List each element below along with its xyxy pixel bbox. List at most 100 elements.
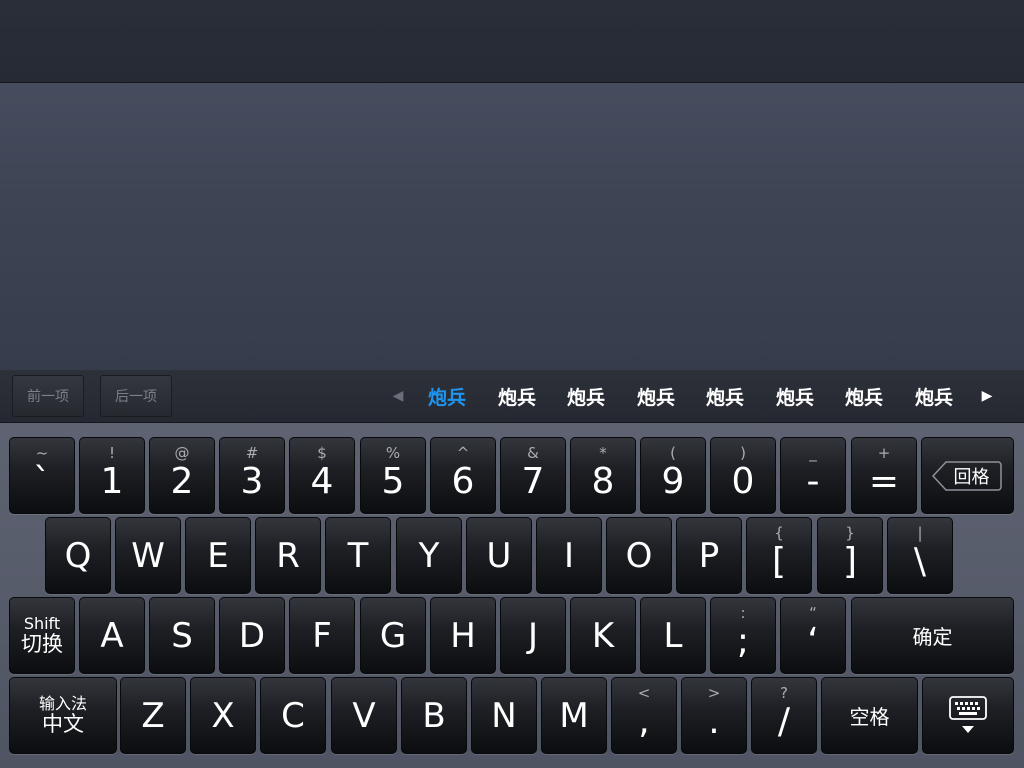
- input-method-label: 输入法 中文: [38, 694, 87, 735]
- key-shift-symbol: _: [809, 444, 817, 462]
- key-shift-symbol: +: [877, 444, 891, 462]
- key-label: =: [868, 461, 900, 502]
- key-comma[interactable]: < ,: [611, 677, 677, 754]
- candidate-next-icon[interactable]: ▶: [976, 370, 998, 422]
- key-x[interactable]: X: [190, 677, 256, 754]
- key-y[interactable]: Y: [396, 517, 462, 594]
- key-shift-symbol: <: [637, 684, 651, 702]
- key-quote[interactable]: “ ‘: [780, 597, 846, 674]
- key-d[interactable]: D: [219, 597, 285, 674]
- key-equals[interactable]: + =: [851, 437, 917, 514]
- key-label: 0: [731, 461, 755, 502]
- key-shift-symbol: }: [845, 524, 855, 542]
- key-1[interactable]: ! 1: [79, 437, 145, 514]
- key-a[interactable]: A: [79, 597, 145, 674]
- key-t[interactable]: T: [325, 517, 391, 594]
- shift-label-top: Shift: [23, 614, 61, 634]
- key-o[interactable]: O: [606, 517, 672, 594]
- key-n[interactable]: N: [471, 677, 537, 754]
- candidate-item[interactable]: 炮兵: [416, 370, 478, 422]
- key-4[interactable]: $ 4: [289, 437, 355, 514]
- key-6[interactable]: ^ 6: [430, 437, 496, 514]
- hide-keyboard-key[interactable]: [922, 677, 1014, 754]
- key-2[interactable]: @ 2: [149, 437, 215, 514]
- key-g[interactable]: G: [360, 597, 426, 674]
- prev-item-button[interactable]: 前一项: [12, 375, 84, 417]
- key-k[interactable]: K: [570, 597, 636, 674]
- key-5[interactable]: % 5: [360, 437, 426, 514]
- key-label: \: [913, 541, 927, 582]
- candidate-item[interactable]: 炮兵: [694, 370, 756, 422]
- key-7[interactable]: & 7: [500, 437, 566, 514]
- key-s[interactable]: S: [149, 597, 215, 674]
- key-label: 1: [100, 461, 124, 502]
- shift-key[interactable]: Shift 切换: [9, 597, 75, 674]
- candidate-item[interactable]: 炮兵: [903, 370, 965, 422]
- candidate-item[interactable]: 炮兵: [764, 370, 826, 422]
- key-shift-symbol: ?: [780, 684, 788, 702]
- key-m[interactable]: M: [541, 677, 607, 754]
- input-method-label-top: 输入法: [38, 694, 87, 714]
- key-shift-symbol: |: [917, 524, 923, 542]
- confirm-key[interactable]: 确定: [851, 597, 1014, 674]
- key-label: /: [777, 701, 791, 742]
- key-i[interactable]: I: [536, 517, 602, 594]
- key-label: `: [33, 461, 51, 502]
- key-j[interactable]: J: [500, 597, 566, 674]
- key-label: M: [559, 695, 589, 736]
- key-semicolon[interactable]: : ;: [710, 597, 776, 674]
- key-p[interactable]: P: [676, 517, 742, 594]
- key-h[interactable]: H: [430, 597, 496, 674]
- candidate-prev-icon[interactable]: ◀: [388, 370, 408, 422]
- key-minus[interactable]: _ -: [780, 437, 846, 514]
- key-9[interactable]: ( 9: [640, 437, 706, 514]
- space-key[interactable]: 空格: [821, 677, 918, 754]
- key-label: 8: [591, 461, 615, 502]
- key-right-bracket[interactable]: } ]: [817, 517, 883, 594]
- key-period[interactable]: > .: [681, 677, 747, 754]
- key-label: [: [771, 541, 787, 582]
- key-label: O: [625, 535, 653, 576]
- key-label: R: [276, 535, 300, 576]
- key-z[interactable]: Z: [120, 677, 186, 754]
- key-shift-symbol: !: [108, 444, 115, 462]
- key-c[interactable]: C: [260, 677, 326, 754]
- key-slash[interactable]: ? /: [751, 677, 817, 754]
- key-label: T: [347, 535, 369, 576]
- backspace-key[interactable]: 回格: [921, 437, 1014, 514]
- key-shift-symbol: &: [527, 444, 539, 462]
- key-e[interactable]: E: [185, 517, 251, 594]
- key-left-bracket[interactable]: { [: [746, 517, 812, 594]
- key-label: ,: [638, 701, 650, 742]
- candidate-item[interactable]: 炮兵: [625, 370, 687, 422]
- key-w[interactable]: W: [115, 517, 181, 594]
- key-label: ‘: [807, 621, 819, 662]
- key-v[interactable]: V: [331, 677, 397, 754]
- candidate-item[interactable]: 炮兵: [486, 370, 548, 422]
- input-method-key[interactable]: 输入法 中文: [9, 677, 117, 754]
- key-shift-symbol: *: [599, 444, 607, 462]
- key-u[interactable]: U: [466, 517, 532, 594]
- key-label: 4: [310, 461, 334, 502]
- key-8[interactable]: * 8: [570, 437, 636, 514]
- shift-label: Shift 切换: [21, 614, 63, 655]
- key-backslash[interactable]: | \: [887, 517, 953, 594]
- key-backtick[interactable]: ~ `: [9, 437, 75, 514]
- key-label: C: [281, 695, 305, 736]
- next-item-button[interactable]: 后一项: [100, 375, 172, 417]
- space-label: 空格: [849, 705, 890, 729]
- key-shift-symbol: ~: [35, 444, 49, 462]
- candidate-item[interactable]: 炮兵: [555, 370, 617, 422]
- key-label: A: [100, 615, 124, 656]
- key-b[interactable]: B: [401, 677, 467, 754]
- key-3[interactable]: # 3: [219, 437, 285, 514]
- key-label: Y: [418, 535, 440, 576]
- key-f[interactable]: F: [289, 597, 355, 674]
- key-l[interactable]: L: [640, 597, 706, 674]
- key-0[interactable]: ) 0: [710, 437, 776, 514]
- key-r[interactable]: R: [255, 517, 321, 594]
- key-q[interactable]: Q: [45, 517, 111, 594]
- candidate-item[interactable]: 炮兵: [833, 370, 895, 422]
- key-shift-symbol: “: [809, 604, 817, 622]
- key-label: 6: [451, 461, 475, 502]
